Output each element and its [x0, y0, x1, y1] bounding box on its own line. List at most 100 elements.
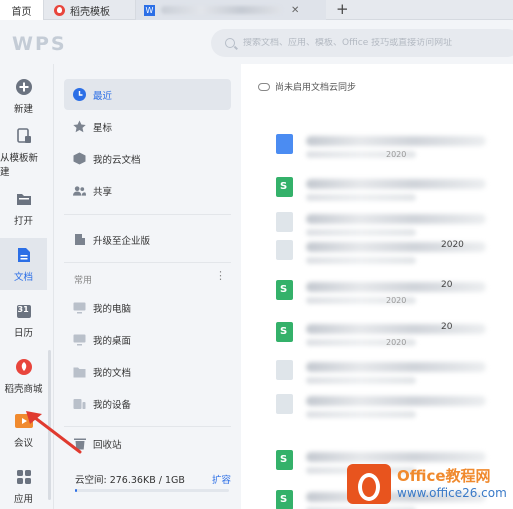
nav-my-devices[interactable]: 我的设备 — [64, 388, 231, 419]
enterprise-icon — [73, 233, 86, 246]
rail-daoke-store[interactable]: 稻壳商城 — [0, 350, 47, 402]
spreadsheet-file-icon — [276, 177, 293, 197]
folder-icon — [15, 190, 33, 208]
header: WPS — [0, 20, 513, 64]
nav-recent[interactable]: 最近 — [64, 79, 231, 110]
nav-my-computer[interactable]: 我的电脑 — [64, 292, 231, 323]
file-row[interactable] — [241, 386, 513, 428]
nav-cloud-docs[interactable]: 我的云文档 — [64, 143, 231, 174]
file-row[interactable]: 2020 — [241, 232, 513, 274]
nav-starred[interactable]: 星标 — [64, 111, 231, 142]
wps-logo: WPS — [12, 33, 67, 55]
cloud-sync-text: 尚未启用文档云同步 — [275, 83, 357, 93]
storage-bar — [75, 489, 229, 492]
file-list-panel: 尚未启用文档云同步 20202020202020202020 — [241, 64, 513, 509]
file-row[interactable]: 202020 — [241, 314, 513, 356]
rail-daoke-store-label: 稻壳商城 — [4, 383, 43, 395]
nav-upgrade-enterprise[interactable]: 升级至企业版 — [64, 224, 231, 255]
calendar-icon: 31 — [15, 302, 33, 320]
nav-recent-label: 最近 — [93, 90, 113, 102]
clock-icon — [73, 88, 86, 101]
storage-info: 云空间: 276.36KB / 1GB 扩容 — [75, 472, 235, 492]
file-name-blurred — [306, 324, 486, 334]
daoke-icon — [15, 358, 33, 376]
rail-apps[interactable]: 应用 — [0, 460, 47, 509]
red-arrow-annotation — [26, 411, 82, 454]
spreadsheet-file-icon — [276, 280, 293, 300]
spreadsheet-file-icon — [276, 322, 293, 342]
tab-template[interactable]: 稻壳模板 — [44, 0, 136, 20]
watermark-line2: www.office26.com — [397, 486, 507, 500]
spreadsheet-file-icon — [276, 450, 293, 470]
file-icon — [276, 240, 293, 260]
tab-home-label: 首页 — [11, 6, 32, 18]
more-icon[interactable]: ⋮ — [215, 269, 226, 282]
file-row[interactable]: 2020 — [241, 126, 513, 168]
search-icon — [225, 38, 235, 48]
section-common-label: 常用 — [74, 276, 93, 286]
rail-documents-label: 文档 — [13, 271, 33, 283]
rail-open[interactable]: 打开 — [0, 182, 47, 234]
file-icon — [276, 212, 293, 232]
file-name-blurred — [306, 362, 486, 372]
search-box[interactable] — [211, 29, 513, 57]
new-tab-button[interactable]: + — [336, 0, 349, 20]
spreadsheet-file-icon — [276, 490, 293, 509]
file-meta-blurred — [306, 257, 416, 264]
nav-my-computer-label: 我的电脑 — [93, 303, 132, 315]
document-icon — [15, 246, 33, 264]
nav-recycle-bin[interactable]: 回收站 — [64, 428, 231, 459]
writer-file-icon — [276, 134, 293, 154]
file-name-text: 20 — [441, 322, 453, 332]
tab-document-title-blurred — [161, 6, 281, 14]
file-name-blurred — [306, 282, 486, 292]
file-name-blurred — [306, 136, 486, 146]
tab-home[interactable]: 首页 — [0, 0, 44, 20]
office26-watermark: Office教程网 www.office26.com — [347, 459, 513, 509]
my-docs-icon — [73, 365, 86, 378]
storage-bar-fill — [75, 489, 77, 492]
desktop-icon — [73, 333, 86, 346]
rail-calendar[interactable]: 31 日历 — [0, 294, 47, 346]
nav-my-desktop[interactable]: 我的桌面 — [64, 324, 231, 355]
nav-my-documents[interactable]: 我的文档 — [64, 356, 231, 387]
watermark-line1: Office教程网 — [397, 467, 491, 485]
rail-calendar-label: 日历 — [13, 327, 33, 339]
computer-icon — [73, 301, 86, 314]
file-meta-blurred — [306, 411, 416, 418]
star-icon — [73, 120, 86, 133]
nav-shared[interactable]: 共享 — [64, 175, 231, 206]
rail-from-template[interactable]: 从模板新建 — [0, 126, 47, 178]
template-icon — [15, 127, 33, 145]
rail-new-label: 新建 — [13, 103, 33, 115]
cloud-sync-notice[interactable]: 尚未启用文档云同步 — [258, 80, 356, 93]
nav-shared-label: 共享 — [93, 186, 113, 198]
rail-documents[interactable]: 文档 — [0, 238, 47, 290]
tab-document[interactable]: W ✕ — [136, 0, 326, 20]
storage-text: 云空间: 276.36KB / 1GB — [75, 475, 185, 486]
office-logo-icon — [347, 464, 391, 504]
file-meta-text: 2020 — [386, 338, 407, 347]
file-icon — [276, 394, 293, 414]
close-tab-icon[interactable]: ✕ — [291, 5, 299, 16]
nav-divider — [64, 214, 231, 215]
nav-starred-label: 星标 — [93, 122, 113, 134]
nav-my-desktop-label: 我的桌面 — [93, 335, 132, 347]
file-row[interactable]: 202020 — [241, 272, 513, 314]
file-name-text: 20 — [441, 280, 453, 290]
file-meta-text: 2020 — [386, 296, 407, 305]
search-input[interactable] — [243, 38, 503, 48]
file-meta-blurred — [306, 194, 416, 201]
cloud-icon — [258, 82, 270, 91]
nav-recycle-bin-label: 回收站 — [93, 439, 122, 451]
calendar-day: 31 — [17, 304, 29, 314]
rail-new[interactable]: 新建 — [0, 70, 47, 122]
file-meta-blurred — [306, 377, 416, 384]
storage-expand-link[interactable]: 扩容 — [212, 472, 231, 486]
nav-cloud-docs-label: 我的云文档 — [93, 154, 141, 166]
nav-divider — [64, 262, 231, 263]
nav-upgrade-label: 升级至企业版 — [93, 235, 151, 247]
cloud-box-icon — [73, 152, 86, 165]
nav-my-documents-label: 我的文档 — [93, 367, 132, 379]
rail-open-label: 打开 — [13, 215, 33, 227]
